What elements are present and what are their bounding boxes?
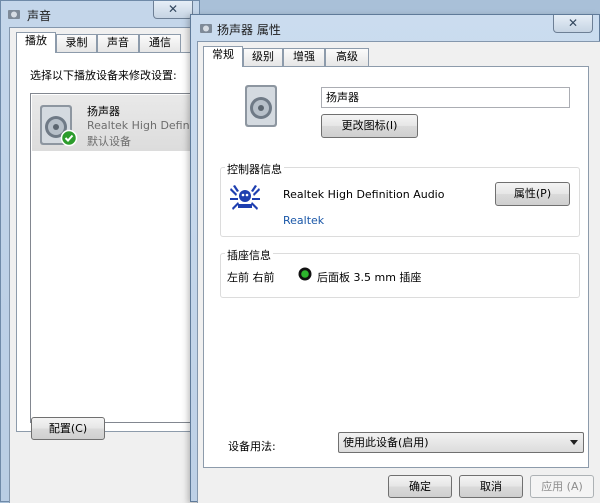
device-list: 扬声器 Realtek High Definition 默认设备: [30, 93, 214, 423]
configure-button[interactable]: 配置(C): [31, 417, 105, 440]
controller-name: Realtek High Definition Audio: [283, 188, 445, 201]
properties-tab-strip: 常规 级别 增强 高级: [203, 46, 583, 67]
controller-properties-button[interactable]: 属性(P): [495, 182, 570, 206]
sound-close-button[interactable]: ✕: [153, 1, 193, 19]
tab-sounds[interactable]: 声音: [97, 34, 139, 52]
speaker-small-icon: [200, 24, 212, 33]
change-icon-button[interactable]: 更改图标(I): [321, 114, 418, 138]
controller-info-group: 控制器信息 Realtek High Definition Audio Real…: [220, 161, 580, 237]
playback-panel: 选择以下播放设备来修改设置: 扬声器 Realtek High Definiti…: [16, 52, 214, 432]
sound-client-area: 播放 录制 声音 通信 选择以下播放设备来修改设置: 扬声器 Realtek H…: [9, 27, 214, 503]
tab-communications[interactable]: 通信: [139, 34, 181, 52]
chevron-down-icon: [570, 440, 578, 445]
tab-general[interactable]: 常规: [203, 46, 243, 67]
tab-advanced[interactable]: 高级: [325, 48, 369, 66]
usage-label: 设备用法:: [228, 440, 276, 453]
device-usage-value: 使用此设备(启用): [343, 436, 429, 449]
speaker-device-icon: [40, 105, 78, 147]
speaker-device-icon: [245, 85, 277, 127]
jack-description: 后面板 3.5 mm 插座: [317, 271, 422, 284]
controller-info-title: 控制器信息: [225, 161, 284, 177]
ok-button[interactable]: 确定: [388, 475, 452, 498]
device-list-item-speakers[interactable]: 扬声器 Realtek High Definition 默认设备: [32, 95, 214, 151]
properties-titlebar[interactable]: 扬声器 属性: [191, 15, 599, 41]
controller-vendor-link[interactable]: Realtek: [283, 214, 324, 227]
device-status: 默认设备: [87, 135, 131, 148]
general-panel: 扬声器 更改图标(I) 控制器信息 Realtek High Definitio…: [203, 66, 589, 468]
properties-close-button[interactable]: ✕: [553, 15, 593, 33]
instruction-text: 选择以下播放设备来修改设置:: [30, 69, 177, 82]
tab-recording[interactable]: 录制: [56, 34, 97, 52]
jack-info-title: 插座信息: [225, 247, 273, 263]
tab-playback[interactable]: 播放: [16, 32, 56, 53]
sound-dialog: 声音 ✕ 播放 录制 声音 通信 选择以下播放设备来修改设置: 扬声器 Real…: [0, 0, 214, 503]
device-name-field[interactable]: 扬声器: [321, 87, 570, 108]
properties-client-area: 常规 级别 增强 高级 扬声器 更改图标(I) 控制器信息 Realtek Hi…: [197, 41, 600, 503]
apply-button[interactable]: 应用 (A): [530, 475, 594, 498]
cancel-button[interactable]: 取消: [459, 475, 523, 498]
properties-title: 扬声器 属性: [217, 23, 281, 37]
sound-tab-strip: 播放 录制 声音 通信: [16, 32, 202, 53]
properties-dialog: 扬声器 属性 ✕ 常规 级别 增强 高级 扬声器 更改图标(I) 控制器信息 R…: [190, 14, 600, 503]
jack-info-group: 插座信息 左前 右前 后面板 3.5 mm 插座: [220, 247, 580, 298]
jack-position: 左前 右前: [227, 271, 275, 284]
speaker-small-icon: [8, 10, 20, 19]
sound-title: 声音: [27, 9, 52, 23]
tab-levels[interactable]: 级别: [243, 48, 283, 66]
realtek-crab-icon: [230, 185, 260, 210]
jack-color-icon: [298, 267, 312, 281]
device-name: 扬声器: [87, 105, 120, 118]
tab-enhancements[interactable]: 增强: [283, 48, 325, 66]
device-usage-select[interactable]: 使用此设备(启用): [338, 432, 584, 453]
